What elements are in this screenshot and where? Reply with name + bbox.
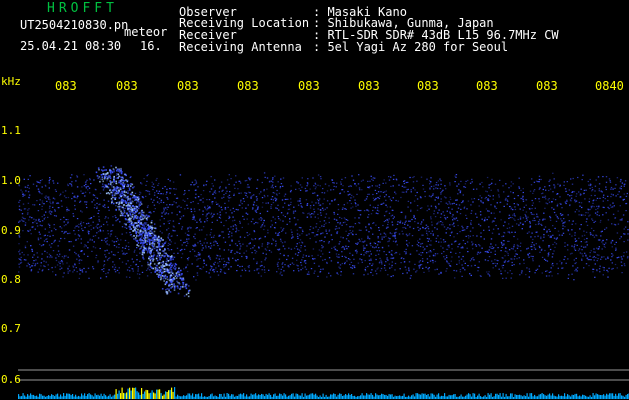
record-datetime: 25.04.21 08:30: [20, 39, 122, 53]
signal-strength-trace: [18, 387, 629, 399]
app-title: HROFFT: [47, 1, 118, 16]
frequency-unit-label: kHz: [1, 75, 21, 88]
time-tick: 083: [177, 80, 199, 92]
time-tick: 083: [536, 80, 558, 92]
time-tick: 0840: [595, 80, 624, 92]
time-tick: 083: [116, 80, 138, 92]
antenna-label: Receiving Antenna: [179, 40, 302, 54]
time-tick: 083: [237, 80, 259, 92]
record-count: 16.: [140, 39, 162, 53]
frequency-tick: 0.8: [1, 273, 21, 286]
time-tick: 083: [417, 80, 439, 92]
time-tick: 083: [298, 80, 320, 92]
noise-band: [18, 172, 629, 281]
frequency-tick: 1.1: [1, 124, 21, 137]
time-tick: 083: [476, 80, 498, 92]
frequency-tick: 1.0: [1, 174, 21, 187]
meteor-echo: [95, 165, 191, 298]
hrofft-window: HROFFT UT2504210830.pn meteor 25.04.21 0…: [0, 0, 629, 400]
file-name: UT2504210830.pn: [20, 18, 129, 32]
antenna-value: : 5el Yagi Az 280 for Seoul: [313, 40, 509, 54]
frequency-tick: 0.6: [1, 373, 21, 386]
frequency-tick: 0.9: [1, 224, 21, 237]
frequency-tick: 0.7: [1, 322, 21, 335]
time-tick: 083: [55, 80, 77, 92]
spectrogram-plot: [18, 165, 629, 399]
time-tick: 083: [358, 80, 380, 92]
meteor-annotation: meteor: [124, 25, 168, 39]
